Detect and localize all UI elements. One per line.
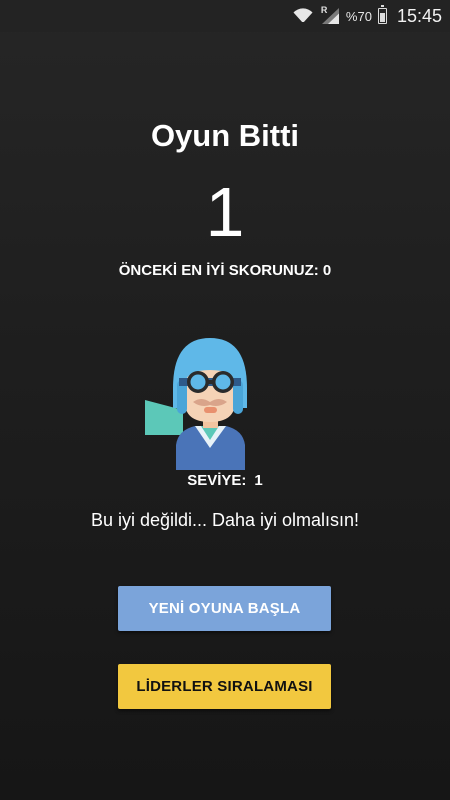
- level-indicator: SEVİYE: 1: [0, 472, 450, 489]
- pilot-avatar-icon: [143, 330, 278, 470]
- status-bar: R %70 15:45: [0, 0, 450, 32]
- wifi-icon: [292, 7, 314, 25]
- signal-icon: R: [320, 5, 340, 25]
- status-icons: R %70 15:45: [292, 0, 442, 32]
- level-value: 1: [254, 472, 263, 489]
- score-value: 1: [205, 173, 245, 251]
- new-game-button[interactable]: YENİ OYUNA BAŞLA: [118, 586, 331, 631]
- status-clock: 15:45: [396, 5, 442, 26]
- level-label: SEVİYE:: [187, 472, 247, 489]
- roaming-indicator: R: [320, 5, 328, 15]
- game-over-title: Oyun Bitti: [150, 118, 300, 153]
- battery-percentage: %70: [345, 8, 372, 24]
- leaderboard-button[interactable]: LİDERLER SIRALAMASI: [118, 664, 331, 709]
- battery-icon: [377, 5, 387, 24]
- previous-best-score: ÖNCEKİ EN İYİ SKORUNUZ: 0: [118, 262, 332, 279]
- result-message: Bu iyi değildi... Daha iyi olmalısın!: [90, 510, 360, 530]
- game-over-screen: R %70 15:45 Oyun Bitti 1 ÖNCEKİ EN İYİ S…: [0, 0, 450, 800]
